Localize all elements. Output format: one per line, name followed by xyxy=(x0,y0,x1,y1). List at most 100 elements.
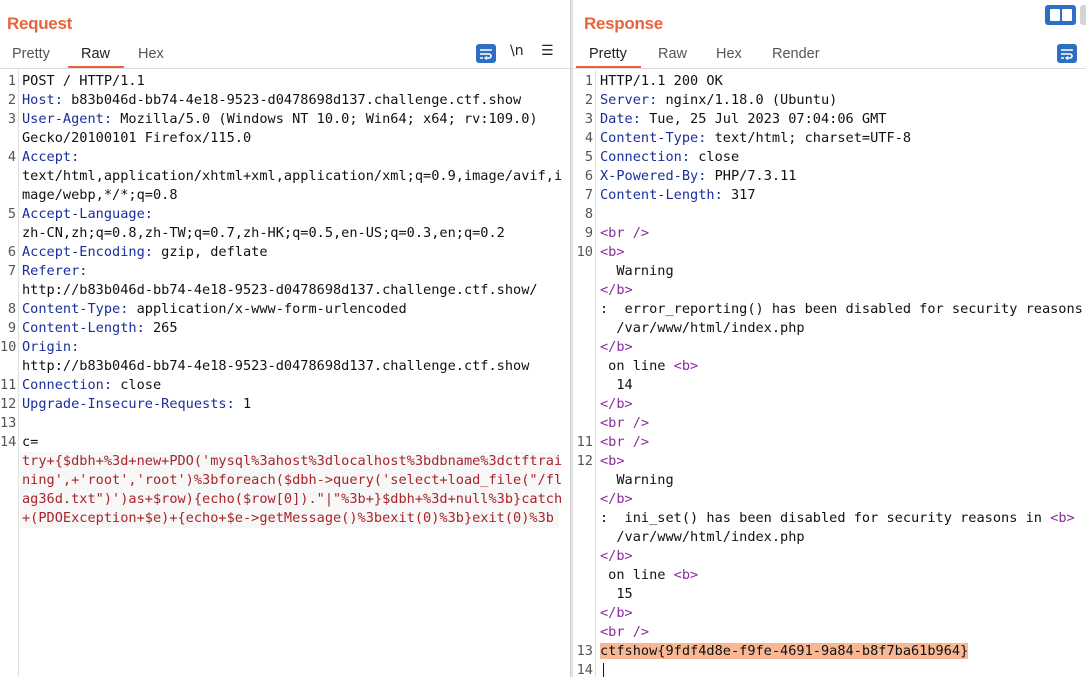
line-text: POST / HTTP/1.1 xyxy=(22,72,145,91)
line-text: ctfshow{9fdf4d8e-f9fe-4691-9a84-b8f7ba61… xyxy=(600,642,969,661)
wrap-lines-icon[interactable] xyxy=(476,44,496,63)
header-value: 1 xyxy=(234,396,252,412)
line-text: Warning xyxy=(600,262,674,281)
response-line: 1 HTTP/1.1 200 OK xyxy=(573,72,1086,91)
line-text: /var/www/html/index.php xyxy=(600,528,804,547)
wrap-lines-icon[interactable] xyxy=(1057,44,1077,63)
text-segment: /var/www/html/index.php xyxy=(600,320,805,336)
response-title: Response xyxy=(584,14,663,33)
line-text: Gecko/20100101 Firefox/115.0 xyxy=(22,129,251,148)
text-segment: Warning xyxy=(600,263,674,279)
stacked-layout-icon[interactable] xyxy=(1080,5,1086,25)
request-line: 13 xyxy=(0,414,570,433)
line-number: 7 xyxy=(7,263,16,279)
line-text: http://b83b046d-bb74-4e18-9523-d0478698d… xyxy=(22,357,529,376)
html-tag: </b> xyxy=(600,605,633,621)
tab-render[interactable]: Render xyxy=(772,46,820,62)
request-line: 5 Accept-Language: xyxy=(0,205,570,224)
hamburger-menu-icon[interactable]: ☰ xyxy=(541,43,554,59)
header-name: Content-Type: xyxy=(22,301,129,317)
split-layout-icon[interactable] xyxy=(1045,5,1076,25)
text-segment: 15 xyxy=(600,586,633,602)
header-name: Accept: xyxy=(22,149,80,165)
response-line: </b> xyxy=(573,547,1086,566)
response-line: 3 Date: Tue, 25 Jul 2023 07:04:06 GMT xyxy=(573,110,1086,129)
line-text: on line <b> xyxy=(600,357,698,376)
line-text: <b> xyxy=(600,243,625,262)
response-line: on line <b> xyxy=(573,566,1086,585)
line-number: 13 xyxy=(0,415,17,431)
text-segment: on line xyxy=(600,567,674,583)
line-number: 2 xyxy=(584,92,593,108)
header-value: 265 xyxy=(144,320,178,336)
line-number: 7 xyxy=(584,187,593,203)
line-text: Content-Type: application/x-www-form-url… xyxy=(22,300,407,319)
line-text: </b> xyxy=(600,281,633,300)
html-tag: <b> xyxy=(1050,510,1075,526)
request-line: http://b83b046d-bb74-4e18-9523-d0478698d… xyxy=(0,281,570,300)
response-line: 10 <b> xyxy=(573,243,1086,262)
response-line: 6 X-Powered-By: PHP/7.3.11 xyxy=(573,167,1086,186)
line-text: /var/www/html/index.php xyxy=(600,319,805,338)
line-text: Connection: close xyxy=(22,376,161,395)
header-value: application/x-www-form-urlencoded xyxy=(128,301,407,317)
line-text: Warning xyxy=(600,471,673,490)
tab-hex[interactable]: Hex xyxy=(138,46,164,62)
header-name: Accept-Encoding: xyxy=(22,244,153,260)
line-number: 1 xyxy=(584,73,593,89)
header-name: Upgrade-Insecure-Requests: xyxy=(22,396,235,412)
line-number: 10 xyxy=(576,244,593,260)
request-line: 9 Content-Length: 265 xyxy=(0,319,570,338)
response-line: 2 Server: nginx/1.18.0 (Ubuntu) xyxy=(573,91,1086,110)
line-text: Connection: close xyxy=(600,148,739,167)
request-line: 11 Connection: close xyxy=(0,376,570,395)
html-tag: </b> xyxy=(600,491,633,507)
tab-pretty[interactable]: Pretty xyxy=(12,46,50,62)
header-name: Content-Length: xyxy=(600,187,723,203)
text-segment: close xyxy=(690,149,740,165)
response-editor[interactable]: 1 HTTP/1.1 200 OK 2 Server: nginx/1.18.0 (U… xyxy=(573,70,1086,677)
line-number: 12 xyxy=(576,453,593,469)
request-line: zh-CN,zh;q=0.8,zh-TW;q=0.7,zh-HK;q=0.5,e… xyxy=(0,224,570,243)
newline-toggle[interactable]: \n xyxy=(510,43,524,59)
line-text: Accept-Language: xyxy=(22,205,153,224)
line-text: </b> xyxy=(600,338,633,357)
text-segment: : error_reporting() has been disabled fo… xyxy=(600,301,1086,317)
body-text: +(PDOException+$e)+{echo+$e->getMessage(… xyxy=(22,510,554,526)
header-name: Content-Length: xyxy=(22,320,145,336)
response-line: 9 <br /> xyxy=(573,224,1086,243)
body-text: ag36d.txt")')as+$row){echo($row[0])."|"%… xyxy=(22,491,563,507)
header-value: Gecko/20100101 Firefox/115.0 xyxy=(22,130,252,146)
response-line: : ini_set() has been disabled for securi… xyxy=(573,509,1086,528)
request-line: 1 POST / HTTP/1.1 xyxy=(0,72,570,91)
line-number: 8 xyxy=(7,301,16,317)
response-line: 4 Content-Type: text/html; charset=UTF-8 xyxy=(573,129,1086,148)
response-line: : error_reporting() has been disabled fo… xyxy=(573,300,1086,319)
tab-pretty[interactable]: Pretty xyxy=(576,46,641,68)
flag-text: ctfshow{9fdf4d8e-f9fe-4691-9a84-b8f7ba61… xyxy=(600,643,969,659)
html-tag: </b> xyxy=(600,396,633,412)
line-text: X-Powered-By: PHP/7.3.11 xyxy=(600,167,796,186)
line-number: 9 xyxy=(7,320,16,336)
text-segment: on line xyxy=(600,358,674,374)
tab-hex[interactable]: Hex xyxy=(716,46,742,62)
html-tag: <br /> xyxy=(600,225,650,241)
response-line: </b> xyxy=(573,338,1086,357)
request-editor[interactable]: 1 POST / HTTP/1.1 2 Host: b83b046d-bb74-4e1… xyxy=(0,70,570,677)
line-number: 4 xyxy=(7,149,16,165)
request-body-line: ag36d.txt")')as+$row){echo($row[0])."|"%… xyxy=(20,490,563,509)
header-value: close xyxy=(112,377,162,393)
response-line: </b> xyxy=(573,281,1086,300)
text-segment: Tue, 25 Jul 2023 07:04:06 GMT xyxy=(640,111,887,127)
line-text: Date: Tue, 25 Jul 2023 07:04:06 GMT xyxy=(600,110,886,129)
tab-raw[interactable]: Raw xyxy=(67,46,125,68)
response-line: 15 xyxy=(573,585,1086,604)
response-line: /var/www/html/index.php xyxy=(573,319,1086,338)
html-tag: </b> xyxy=(600,339,633,355)
request-line: 7 Referer: xyxy=(0,262,570,281)
line-text: </b> xyxy=(600,604,633,623)
tab-raw[interactable]: Raw xyxy=(658,46,687,62)
line-text: : error_reporting() has been disabled fo… xyxy=(600,300,1086,319)
line-text: Accept: xyxy=(22,148,79,167)
request-line: 6 Accept-Encoding: gzip, deflate xyxy=(0,243,570,262)
